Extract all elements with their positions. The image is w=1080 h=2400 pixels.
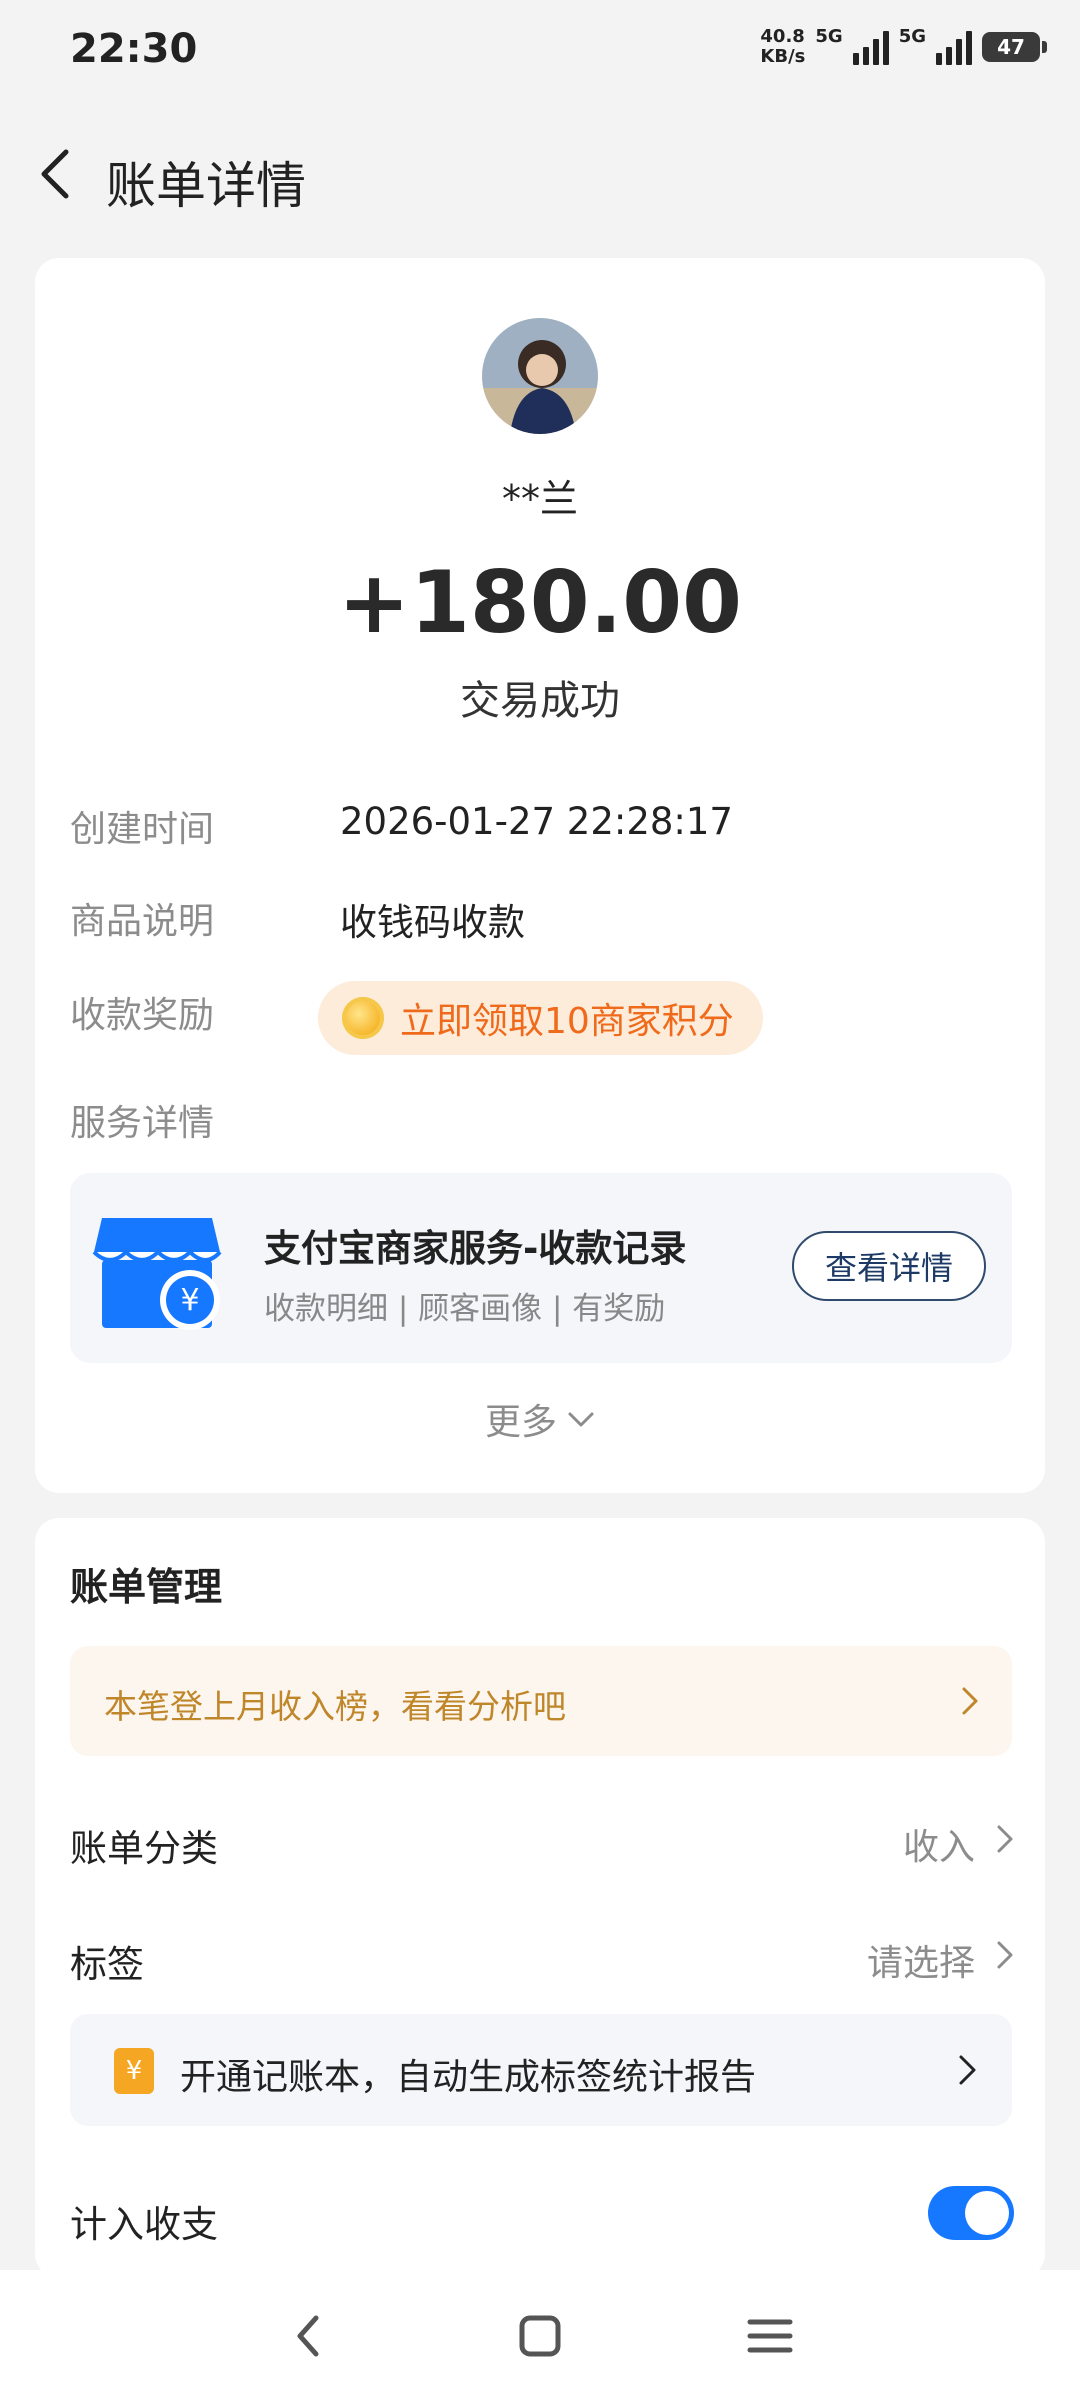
- page-title: 账单详情: [106, 157, 306, 215]
- chevron-down-icon: [568, 1412, 594, 1427]
- status-time: 22:30: [70, 26, 198, 72]
- category-value[interactable]: 收入: [903, 1818, 975, 1870]
- nav-menu-icon[interactable]: [740, 2306, 800, 2366]
- nav-back-icon[interactable]: [280, 2306, 340, 2366]
- created-time-value: 2026-01-27 22:28:17: [340, 800, 733, 843]
- chevron-right-icon: [962, 1687, 978, 1715]
- income-ranking-banner[interactable]: 本笔登上月收入榜，看看分析吧: [70, 1646, 1012, 1756]
- category-label: 账单分类: [70, 1827, 218, 1870]
- transaction-status: 交易成功: [460, 678, 620, 724]
- chevron-right-icon[interactable]: [993, 1822, 1017, 1856]
- reward-label: 收款奖励: [70, 995, 215, 1036]
- tag-label: 标签: [70, 1943, 144, 1986]
- service-subtitle: 收款明细 | 顾客画像 | 有奖励: [264, 1291, 666, 1327]
- include-label: 计入收支: [70, 2203, 218, 2246]
- created-time-label: 创建时间: [70, 809, 215, 850]
- transaction-card: **兰 +180.00 交易成功 创建时间 2026-01-27 22:28:1…: [35, 258, 1045, 1493]
- toggle-knob: [965, 2191, 1009, 2235]
- chevron-right-icon: [959, 2055, 976, 2085]
- nav-home-icon[interactable]: [510, 2306, 570, 2366]
- system-nav-bar: [0, 2270, 1080, 2400]
- merchant-service-entry[interactable]: ¥ 支付宝商家服务-收款记录 收款明细 | 顾客画像 | 有奖励 查看详情: [70, 1173, 1012, 1363]
- svg-text:¥: ¥: [180, 1283, 199, 1318]
- coin-icon: [342, 997, 384, 1039]
- service-title: 支付宝商家服务-收款记录: [264, 1227, 687, 1270]
- avatar[interactable]: [482, 318, 598, 434]
- tag-value[interactable]: 请选择: [867, 1934, 975, 1986]
- ticket-icon: ¥: [114, 2048, 154, 2094]
- status-indicators: 40.8 KB/s 5G 5G 47: [760, 24, 1047, 70]
- shop-yuan-icon: ¥: [92, 1218, 222, 1330]
- amount: +180.00: [338, 553, 742, 653]
- promo-text: 开通记账本，自动生成标签统计报告: [180, 2057, 757, 2098]
- header: 账单详情: [0, 120, 1080, 230]
- bill-management-card: 账单管理 本笔登上月收入榜，看看分析吧 账单分类 收入 标签 请选择 ¥ 开通记…: [35, 1518, 1045, 2278]
- signal-icon-2: [936, 29, 972, 65]
- more-toggle[interactable]: 更多: [35, 1393, 1045, 1445]
- chevron-right-icon[interactable]: [993, 1938, 1017, 1972]
- banner-text: 本笔登上月收入榜，看看分析吧: [104, 1687, 566, 1726]
- status-bar: 22:30 40.8 KB/s 5G 5G 47: [0, 0, 1080, 100]
- include-toggle[interactable]: [928, 2186, 1014, 2240]
- chevron-left-icon[interactable]: [30, 144, 90, 204]
- ledger-promo[interactable]: ¥ 开通记账本，自动生成标签统计报告: [70, 2014, 1012, 2126]
- description-value: 收钱码收款: [340, 901, 525, 944]
- payer-name: **兰: [501, 477, 578, 521]
- signal-icon-1: [852, 29, 889, 65]
- network-speed: 40.8 KB/s: [760, 26, 806, 67]
- battery-icon: 47: [982, 32, 1047, 62]
- claim-reward-button[interactable]: 立即领取10商家积分: [318, 981, 763, 1055]
- service-details-label: 服务详情: [70, 1103, 215, 1144]
- description-label: 商品说明: [70, 901, 215, 942]
- network-type-1: 5G: [815, 26, 843, 47]
- network-type-2: 5G: [898, 26, 926, 47]
- section-title: 账单管理: [70, 1565, 223, 1609]
- reward-text: 立即领取10商家积分: [400, 1001, 734, 1042]
- view-details-button[interactable]: 查看详情: [792, 1231, 986, 1301]
- more-label: 更多: [484, 1402, 557, 1443]
